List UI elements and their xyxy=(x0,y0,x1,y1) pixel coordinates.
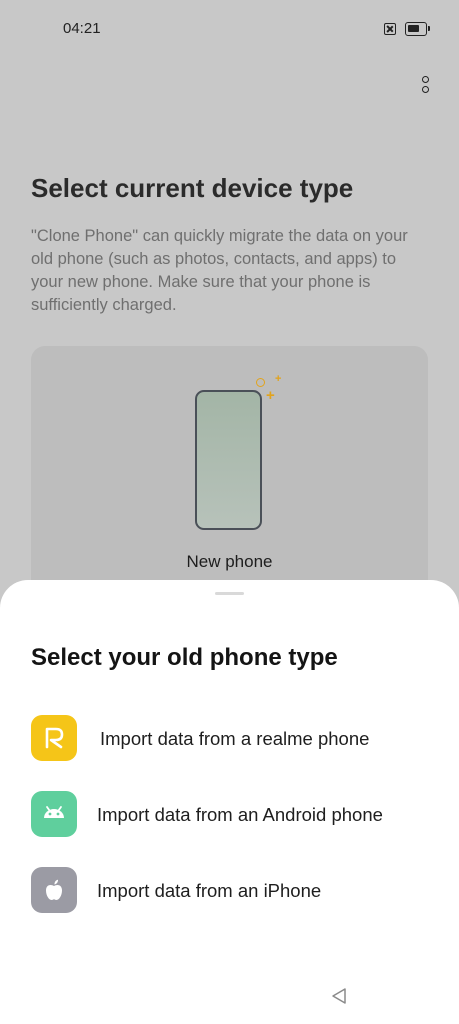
apple-icon xyxy=(31,867,77,913)
android-icon xyxy=(31,791,77,837)
phone-illustration xyxy=(195,390,262,530)
sparkle-plus-icon: + xyxy=(266,387,275,404)
battery-icon xyxy=(405,22,430,36)
status-bar: 04:21 xyxy=(0,0,459,58)
sim-card-x-icon xyxy=(384,23,396,35)
more-vertical-icon xyxy=(421,76,429,83)
sparkle-plus-icon: + xyxy=(275,373,282,385)
realme-icon xyxy=(31,715,77,761)
status-time: 04:21 xyxy=(63,20,101,37)
device-card-label: New phone xyxy=(186,552,273,571)
option-label-realme: Import data from a realme phone xyxy=(100,728,370,749)
sheet-drag-handle[interactable] xyxy=(215,592,244,595)
option-label-android: Import data from an Android phone xyxy=(97,804,383,825)
option-iphone[interactable]: Import data from an iPhone xyxy=(31,867,431,915)
sheet-title: Select your old phone type xyxy=(31,644,338,671)
option-label-iphone: Import data from an iPhone xyxy=(97,880,322,901)
bottom-sheet: Select your old phone type Import data f… xyxy=(0,580,459,1024)
option-android[interactable]: Import data from an Android phone xyxy=(31,791,431,839)
option-realme[interactable]: Import data from a realme phone xyxy=(31,715,431,763)
page-description: "Clone Phone" can quickly migrate the da… xyxy=(31,227,408,314)
page-title: Select current device type xyxy=(31,173,354,203)
more-options-button[interactable] xyxy=(414,74,436,100)
sparkle-circle-icon xyxy=(256,378,265,387)
back-triangle-icon[interactable] xyxy=(330,986,348,1011)
